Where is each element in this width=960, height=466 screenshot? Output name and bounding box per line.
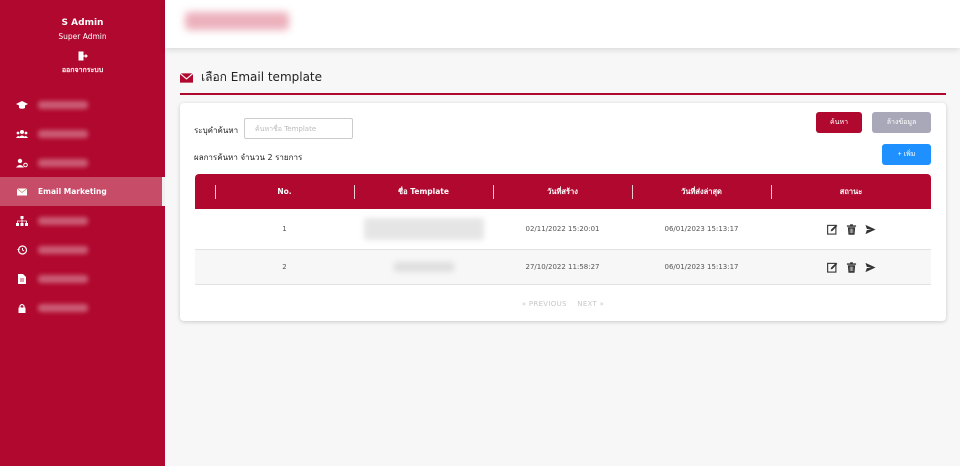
table-row: 2 27/10/2022 11:58:27 06/01/2023 15:13:1…: [195, 250, 931, 285]
template-table: No. ชื่อ Template วันที่สร้าง วันที่ส่งล…: [195, 174, 931, 285]
trash-icon[interactable]: [846, 223, 857, 235]
logout-label: ออกจากระบบ: [61, 66, 104, 74]
history-icon: [16, 244, 28, 255]
row-actions: [826, 223, 876, 235]
search-input[interactable]: [244, 118, 353, 139]
search-button[interactable]: ค้นหา: [816, 112, 862, 133]
table-row: 1 02/11/2022 15:20:01 06/01/2023 15:13:1…: [195, 209, 931, 250]
clear-button[interactable]: ล้างข้อมูล: [872, 112, 931, 133]
template-name: [354, 209, 493, 249]
sidebar-item-label: [38, 303, 88, 312]
file-icon: [16, 273, 28, 284]
sidebar-item-label: [38, 100, 88, 109]
column-header-no: No.: [215, 174, 354, 209]
graduation-cap-icon: [16, 100, 28, 110]
sidebar-item-label: [38, 245, 88, 254]
sidebar-item-3[interactable]: [0, 148, 165, 177]
users-icon: [16, 129, 28, 139]
last-sent-date: 06/01/2023 15:13:17: [664, 225, 739, 233]
title-divider: [180, 93, 946, 95]
previous-page-button[interactable]: « PREVIOUS: [522, 300, 567, 308]
sidebar-item-5[interactable]: [0, 206, 165, 235]
created-date: 02/11/2022 15:20:01: [525, 225, 600, 233]
template-card: ระบุคำค้นหา ค้นหา ล้างข้อมูล ผลการค้นหา …: [180, 103, 946, 321]
sidebar-menu: Email Marketing: [0, 90, 165, 322]
top-bar-title: [185, 12, 289, 30]
row-number: 1: [282, 225, 287, 233]
user-role: Super Admin: [58, 32, 107, 41]
envelope-icon: [180, 72, 193, 83]
user-cog-icon: [16, 158, 28, 168]
sidebar: S Admin Super Admin ออกจากระบบ Email Mar…: [0, 0, 165, 466]
logout-icon: [78, 51, 88, 61]
sidebar-item-label: [38, 129, 88, 138]
sidebar-item-2[interactable]: [0, 119, 165, 148]
column-header-status: สถานะ: [771, 174, 931, 209]
sidebar-item-7[interactable]: [0, 264, 165, 293]
sidebar-item-1[interactable]: [0, 90, 165, 119]
search-label: ระบุคำค้นหา: [194, 126, 239, 135]
column-header-name: ชื่อ Template: [354, 174, 493, 209]
send-icon[interactable]: [864, 262, 876, 273]
sidebar-item-8[interactable]: [0, 293, 165, 322]
row-actions: [826, 261, 876, 273]
pagination: « PREVIOUS NEXT »: [180, 300, 946, 308]
sidebar-item-email-marketing[interactable]: Email Marketing: [0, 177, 165, 206]
page-title-text: เลือก Email template: [201, 70, 323, 84]
sidebar-item-6[interactable]: [0, 235, 165, 264]
table-header: No. ชื่อ Template วันที่สร้าง วันที่ส่งล…: [195, 174, 931, 209]
next-page-button[interactable]: NEXT »: [577, 300, 604, 308]
send-icon[interactable]: [864, 224, 876, 235]
envelope-icon: [16, 187, 28, 197]
template-name: [354, 250, 493, 284]
page-title: เลือก Email template: [180, 68, 322, 87]
last-sent-date: 06/01/2023 15:13:17: [664, 263, 739, 271]
column-header-last-sent: วันที่ส่งล่าสุด: [632, 174, 771, 209]
sidebar-item-label: [38, 158, 88, 167]
sitemap-icon: [16, 215, 28, 226]
sidebar-item-label: [38, 274, 88, 283]
sidebar-item-label: [38, 216, 88, 225]
trash-icon[interactable]: [846, 261, 857, 273]
sidebar-item-label: Email Marketing: [38, 187, 107, 196]
result-count: ผลการค้นหา จำนวน 2 รายการ: [194, 153, 303, 162]
user-name: S Admin: [61, 18, 104, 28]
add-button[interactable]: + เพิ่ม: [882, 144, 931, 165]
lock-icon: [16, 303, 28, 313]
row-number: 2: [282, 263, 287, 271]
column-header-created: วันที่สร้าง: [493, 174, 632, 209]
top-bar: [165, 0, 960, 48]
edit-icon[interactable]: [826, 262, 838, 273]
edit-icon[interactable]: [826, 224, 838, 235]
logout-button[interactable]: ออกจากระบบ: [0, 51, 165, 76]
created-date: 27/10/2022 11:58:27: [525, 263, 600, 271]
